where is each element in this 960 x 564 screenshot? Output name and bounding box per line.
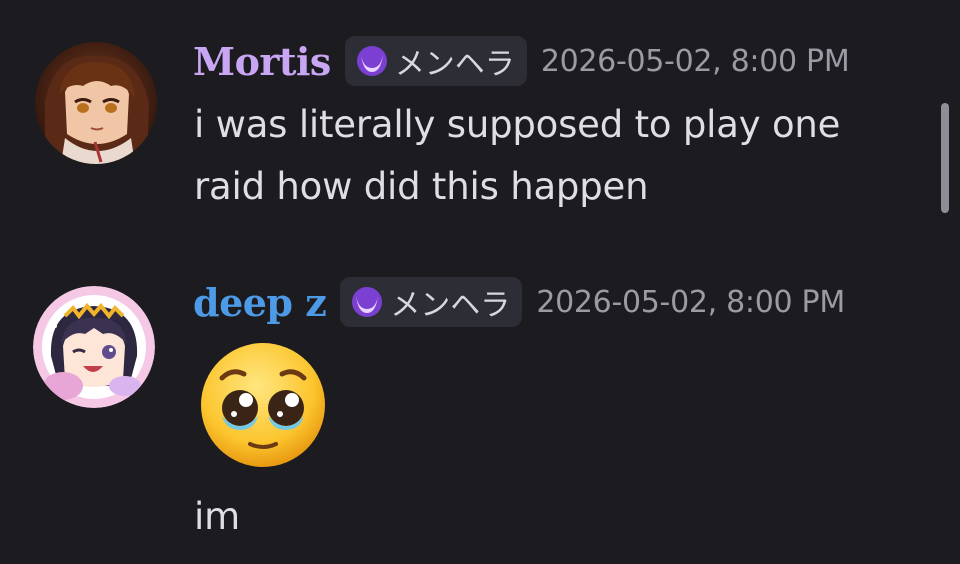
username[interactable]: Mortis: [193, 39, 331, 84]
message-line: raid how did this happen: [194, 165, 649, 208]
message-mortis: Mortis メンヘラ 2026-05-02, 8:00 PM i was li…: [0, 0, 930, 240]
message-deep-z: deep z メンヘラ 2026-05-02, 8:00 PM im: [0, 260, 930, 564]
role-tag[interactable]: メンヘラ: [340, 277, 523, 327]
message-header: Mortis メンヘラ 2026-05-02, 8:00 PM: [193, 35, 850, 87]
avatar-mortis[interactable]: [35, 42, 157, 164]
anime-girl-avatar-icon: [35, 42, 157, 164]
message-line: im: [194, 495, 240, 538]
role-label: メンヘラ: [390, 288, 511, 323]
role-tag[interactable]: メンヘラ: [344, 36, 527, 86]
purple-moon-icon: [356, 46, 387, 76]
timestamp: 2026-05-02, 8:00 PM: [540, 43, 850, 79]
pleading-face-icon: [201, 343, 325, 467]
message-line: i was literally supposed to play one: [194, 103, 841, 146]
message-content: i was literally supposed to play one rai…: [194, 94, 840, 218]
scrollbar-thumb[interactable]: [941, 103, 949, 213]
chibi-girl-avatar-icon: [33, 286, 155, 408]
purple-moon-icon: [352, 287, 383, 317]
message-content: im: [194, 486, 240, 548]
timestamp: 2026-05-02, 8:00 PM: [536, 284, 845, 320]
role-label: メンヘラ: [394, 47, 515, 82]
username[interactable]: deep z: [193, 280, 327, 325]
message-header: deep z メンヘラ 2026-05-02, 8:00 PM: [193, 276, 845, 328]
avatar-deep-z[interactable]: [33, 286, 155, 408]
